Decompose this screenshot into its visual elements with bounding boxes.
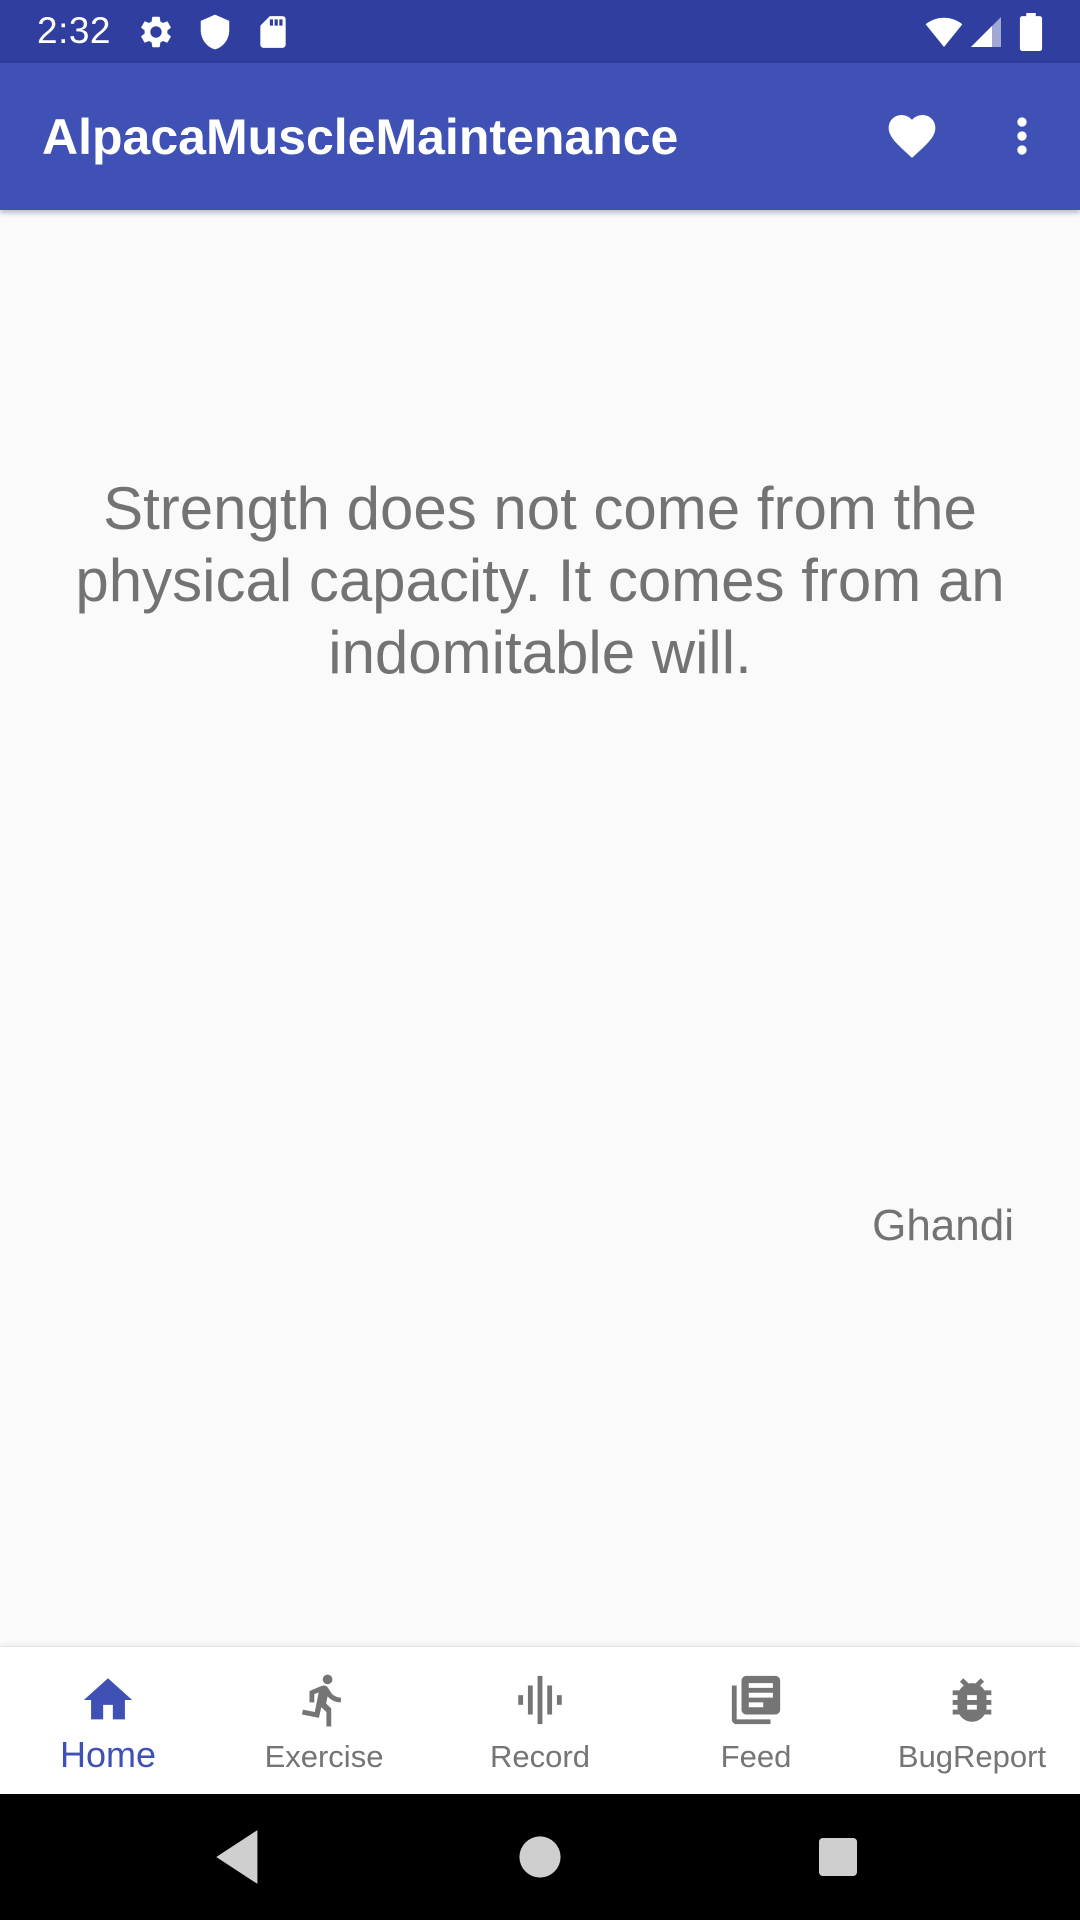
back-icon <box>202 1819 278 1895</box>
system-recents-button[interactable] <box>800 1819 876 1895</box>
nav-item-feed[interactable]: Feed <box>648 1647 864 1795</box>
audio-wave-icon <box>511 1671 569 1729</box>
library-books-icon <box>727 1671 785 1729</box>
recents-icon <box>800 1819 876 1895</box>
nav-item-bugreport[interactable]: BugReport <box>864 1647 1080 1795</box>
app-bar: AlpacaMuscleMaintenance <box>0 63 1080 210</box>
nav-item-exercise[interactable]: Exercise <box>216 1647 432 1795</box>
system-home-button[interactable] <box>502 1819 578 1895</box>
nav-item-home[interactable]: Home <box>0 1647 216 1795</box>
nav-label-record: Record <box>490 1739 590 1774</box>
wifi-icon <box>922 13 966 51</box>
home-icon <box>79 1671 137 1729</box>
home-circle-icon <box>502 1819 578 1895</box>
more-vert-icon <box>994 108 1050 164</box>
running-icon <box>295 1671 353 1729</box>
system-back-button[interactable] <box>202 1819 278 1895</box>
gear-icon <box>137 13 175 51</box>
heart-icon <box>884 108 940 164</box>
nav-label-exercise: Exercise <box>264 1739 384 1774</box>
overflow-menu-button[interactable] <box>974 88 1070 184</box>
system-navigation-bar <box>0 1794 1080 1920</box>
bug-icon <box>943 1671 1001 1729</box>
nav-item-record[interactable]: Record <box>432 1647 648 1795</box>
signal-icon <box>968 13 1004 51</box>
home-content: Strength does not come from the physical… <box>0 210 1080 1646</box>
nav-label-bugreport: BugReport <box>897 1739 1047 1774</box>
app-title: AlpacaMuscleMaintenance <box>42 109 679 165</box>
status-time: 2:32 <box>37 10 112 51</box>
sd-card-icon <box>254 13 292 51</box>
battery-icon <box>1016 13 1046 51</box>
nav-label-home: Home <box>59 1734 157 1775</box>
quote-author: Ghandi <box>872 1201 1014 1250</box>
nav-label-feed: Feed <box>720 1739 792 1774</box>
shield-icon <box>196 13 234 51</box>
bottom-navigation: Home Exercise Record Feed BugReport <box>0 1646 1080 1795</box>
favorite-button[interactable] <box>864 88 960 184</box>
status-bar: 2:32 <box>0 0 1080 63</box>
quote-text: Strength does not come from the physical… <box>75 475 1005 686</box>
